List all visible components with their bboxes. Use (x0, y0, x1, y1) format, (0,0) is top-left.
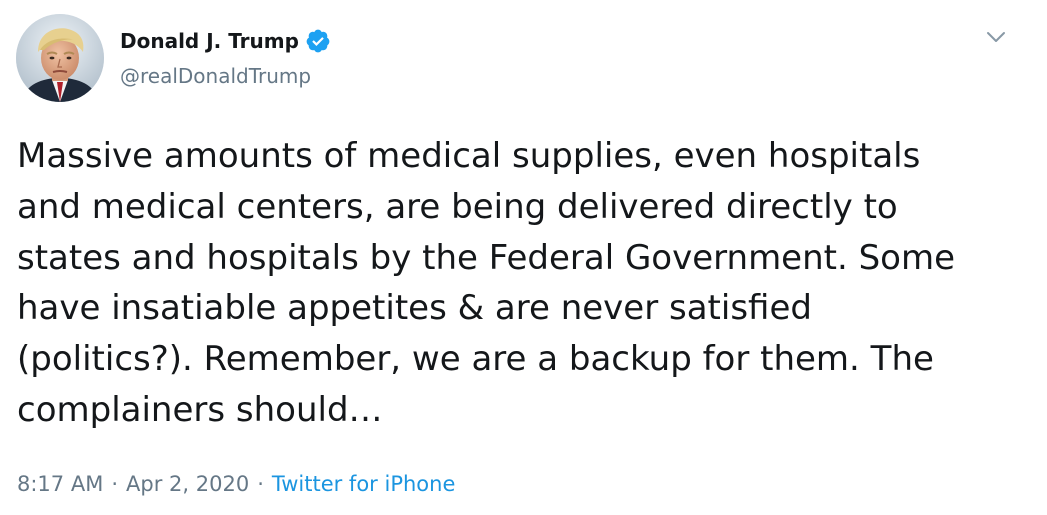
tweet-card: Donald J. Trump @realDonaldTrump Massive… (0, 0, 1047, 515)
author-name-row[interactable]: Donald J. Trump (120, 25, 331, 57)
tweet-text: Massive amounts of medical supplies, eve… (17, 136, 956, 430)
username-handle[interactable]: @realDonaldTrump (120, 60, 311, 92)
avatar[interactable] (16, 14, 104, 102)
chevron-down-icon[interactable] (980, 24, 1012, 52)
tweet-metadata: 8:17 AM · Apr 2, 2020 · Twitter for iPho… (17, 468, 455, 500)
avatar-image (16, 14, 104, 102)
meta-separator: · (257, 472, 264, 496)
tweet-time[interactable]: 8:17 AM (17, 468, 103, 500)
tweet-source-link[interactable]: Twitter for iPhone (272, 468, 456, 500)
tweet-date[interactable]: Apr 2, 2020 (126, 468, 249, 500)
meta-separator: · (111, 472, 119, 496)
display-name[interactable]: Donald J. Trump (120, 25, 299, 57)
verified-badge-icon (305, 28, 331, 54)
